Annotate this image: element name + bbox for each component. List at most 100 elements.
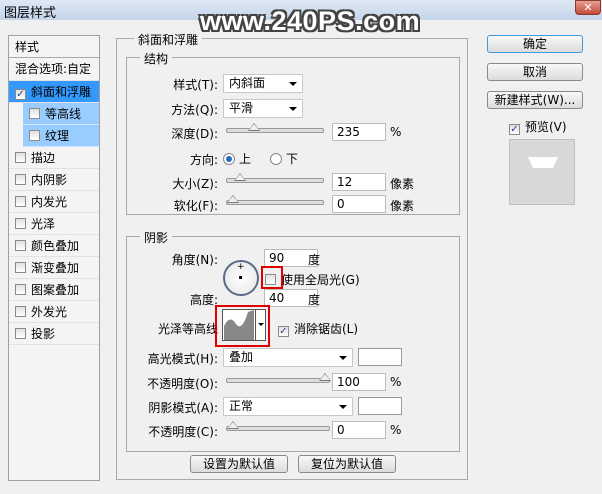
sidebar-item[interactable]: ✓ 斜面和浮雕	[9, 81, 99, 103]
global-light-label: 使用全局光(G)	[281, 273, 360, 287]
altitude-unit: 度	[308, 293, 321, 307]
shadow-color-swatch[interactable]	[358, 397, 402, 415]
slider-thumb[interactable]	[233, 173, 246, 181]
preview-label: 预览(V)	[525, 120, 567, 134]
depth-unit: %	[390, 125, 402, 139]
sidebar-item[interactable]: 等高线	[23, 103, 99, 125]
direction-label: 方向:	[189, 153, 218, 167]
highlight-opacity-input[interactable]: 100	[332, 373, 386, 391]
checkbox-icon[interactable]	[15, 218, 26, 229]
checkbox-icon[interactable]: ✓	[15, 89, 26, 100]
style-value: 内斜面	[229, 76, 266, 90]
size-unit: 像素	[390, 177, 415, 191]
slider-thumb[interactable]	[247, 123, 260, 131]
size-slider[interactable]	[226, 173, 324, 183]
crosshair-icon: +	[237, 262, 245, 272]
checkbox-icon[interactable]	[15, 152, 26, 163]
sidebar-item-label: 内阴影	[31, 173, 68, 187]
slider-thumb[interactable]	[319, 373, 331, 381]
checkbox-icon[interactable]	[15, 262, 26, 273]
sidebar-item-label: 投影	[31, 327, 56, 341]
direction-down-label: 下	[286, 152, 299, 166]
size-input[interactable]: 12	[332, 173, 386, 191]
sidebar-item[interactable]: 内阴影	[9, 169, 99, 191]
styles-list: 样式 混合选项:自定 ✓ 斜面和浮雕等高线纹理 描边内阴影内发光 光泽颜色叠加渐变叠加…	[8, 35, 100, 481]
anti-alias-checkbox[interactable]: ✓ 消除锯齿(L)	[278, 320, 358, 337]
highlight-mode-value: 叠加	[229, 350, 254, 364]
sidebar-item-label: 图案叠加	[31, 283, 80, 297]
highlight-opacity-slider[interactable]	[226, 373, 331, 383]
highlight-annotation	[215, 305, 270, 347]
direction-up-label: 上	[239, 152, 252, 166]
slider-thumb[interactable]	[227, 195, 239, 203]
sidebar-item[interactable]: 描边	[9, 147, 99, 169]
sidebar-item[interactable]: 外发光	[9, 301, 99, 323]
technique-value: 平滑	[229, 101, 254, 115]
size-label: 大小(Z):	[172, 177, 218, 191]
soften-slider[interactable]	[226, 195, 324, 205]
styles-header: 样式	[9, 36, 99, 58]
checkbox-icon[interactable]	[29, 130, 40, 141]
sidebar-item[interactable]: 渐变叠加	[9, 257, 99, 279]
checkbox-icon[interactable]	[15, 174, 26, 185]
highlight-color-swatch[interactable]	[358, 348, 402, 366]
checkbox-icon[interactable]	[29, 108, 40, 119]
technique-select[interactable]: 平滑	[223, 99, 303, 118]
ok-button[interactable]: 确定	[487, 35, 583, 53]
highlight-opacity-unit: %	[390, 375, 402, 389]
angle-unit: 度	[308, 253, 321, 267]
angle-label: 角度(N):	[171, 253, 218, 267]
shadow-opacity-slider[interactable]	[226, 421, 330, 431]
technique-label: 方法(Q):	[171, 103, 218, 117]
structure-title: 结构	[140, 50, 173, 67]
altitude-label: 高度:	[189, 293, 218, 307]
shadow-mode-value: 正常	[229, 399, 254, 413]
sidebar-item[interactable]: 内发光	[9, 191, 99, 213]
preview-shape	[528, 157, 558, 168]
chevron-down-icon	[339, 405, 347, 409]
direction-down-radio[interactable]: 下	[270, 150, 298, 167]
sidebar-item[interactable]: 颜色叠加	[9, 235, 99, 257]
slider-thumb[interactable]	[227, 421, 239, 429]
sidebar-item[interactable]: 光泽	[9, 213, 99, 235]
cancel-button[interactable]: 取消	[487, 63, 583, 81]
sidebar-item[interactable]: 纹理	[23, 125, 99, 147]
sidebar-item[interactable]: 图案叠加	[9, 279, 99, 301]
sidebar-item-label: 渐变叠加	[31, 261, 80, 275]
highlight-opacity-label: 不透明度(O):	[147, 377, 218, 391]
reset-default-button[interactable]: 复位为默认值	[298, 455, 396, 473]
highlight-annotation	[261, 266, 283, 289]
shadow-opacity-unit: %	[390, 423, 402, 437]
blending-options[interactable]: 混合选项:自定	[9, 58, 99, 81]
sidebar-item-label: 斜面和浮雕	[31, 85, 92, 99]
radio-icon	[223, 153, 235, 165]
anti-alias-label: 消除锯齿(L)	[294, 322, 359, 336]
soften-input[interactable]: 0	[332, 195, 386, 213]
close-button[interactable]: ✕	[575, 0, 601, 15]
shadow-opacity-input[interactable]: 0	[332, 421, 386, 439]
soften-label: 软化(F):	[173, 199, 218, 213]
checkbox-icon[interactable]	[15, 284, 26, 295]
checkbox-icon[interactable]	[15, 306, 26, 317]
depth-input[interactable]: 235	[332, 123, 386, 141]
make-default-button[interactable]: 设置为默认值	[190, 455, 288, 473]
checkbox-icon[interactable]	[15, 240, 26, 251]
checkbox-icon[interactable]	[15, 196, 26, 207]
new-style-button[interactable]: 新建样式(W)...	[487, 91, 583, 109]
highlight-mode-label: 高光模式(H):	[147, 352, 218, 366]
chevron-down-icon	[339, 356, 347, 360]
preview-checkbox[interactable]: ✓ 预览(V)	[509, 118, 567, 135]
depth-slider[interactable]	[226, 123, 324, 133]
chevron-down-icon	[289, 82, 297, 86]
checkbox-icon[interactable]	[15, 328, 26, 339]
highlight-mode-select[interactable]: 叠加	[223, 348, 353, 367]
soften-unit: 像素	[390, 199, 415, 213]
shadow-mode-select[interactable]: 正常	[223, 397, 353, 416]
sidebar-item-label: 颜色叠加	[31, 239, 80, 253]
gloss-contour-label: 光泽等高线	[157, 322, 218, 336]
style-select[interactable]: 内斜面	[223, 74, 303, 93]
direction-up-radio[interactable]: 上	[223, 150, 251, 167]
sidebar-item[interactable]: 投影	[9, 323, 99, 345]
angle-dial[interactable]: +	[223, 260, 259, 296]
sidebar-item-label: 等高线	[45, 107, 82, 121]
